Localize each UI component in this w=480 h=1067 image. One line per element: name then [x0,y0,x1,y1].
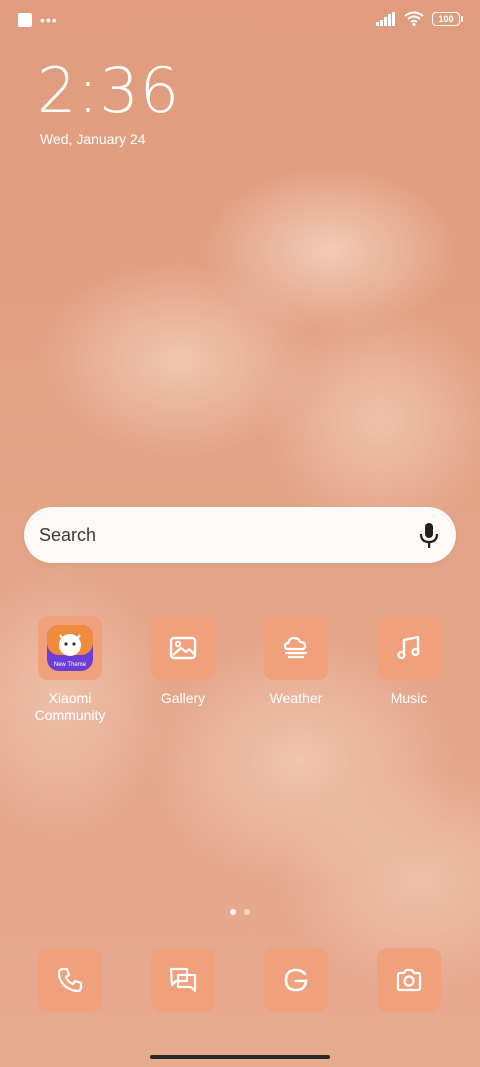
battery-indicator: 100 [432,11,463,26]
xiaomi-community-icon: New Theme [47,625,93,671]
gallery-icon [169,636,197,660]
dock-camera[interactable] [359,948,459,1012]
page-dot-1[interactable] [230,909,236,915]
status-right: 100 [376,11,463,26]
page-dot-2[interactable] [244,909,250,915]
app-tile[interactable] [377,616,441,680]
more-notifications-icon: ••• [40,12,58,28]
app-label: Gallery [160,690,206,706]
app-tile[interactable]: New Theme [38,616,102,680]
home-gesture-bar[interactable] [150,1055,330,1059]
dock-messages[interactable] [133,948,233,1012]
app-tile[interactable] [151,616,215,680]
app-tile[interactable] [151,948,215,1012]
badge-text: New Theme [54,662,87,668]
app-tile[interactable] [38,948,102,1012]
page-indicator [0,909,480,915]
app-label: Music [390,690,428,706]
app-gallery[interactable]: Gallery [133,616,233,707]
app-tile[interactable] [377,948,441,1012]
wifi-icon [404,11,424,26]
search-placeholder: Search [39,525,97,545]
messages-icon [169,967,197,993]
app-weather[interactable]: Weather [246,616,346,707]
clock-time[interactable]: 2:36 [37,56,180,126]
app-tile[interactable] [264,616,328,680]
dock-phone[interactable] [20,948,120,1012]
google-icon [284,968,308,992]
microphone-icon[interactable] [418,522,440,550]
phone-icon [57,967,83,993]
app-xiaomi-community[interactable]: New Theme Xiaomi Community [20,616,120,724]
clock-date[interactable]: Wed, January 24 [40,131,146,147]
camera-icon [396,968,422,992]
notification-icon [18,13,32,27]
app-music[interactable]: Music [359,616,459,707]
status-bar: ••• 100 [0,0,480,42]
search-bar[interactable]: Search [24,507,456,563]
app-tile[interactable] [264,948,328,1012]
app-label: Xiaomi Community [34,690,106,723]
weather-icon [283,636,308,659]
signal-icon [376,11,395,26]
status-left: ••• [18,13,58,27]
dock-google[interactable] [246,948,346,1012]
music-icon [397,635,420,660]
app-label: Weather [269,690,323,706]
